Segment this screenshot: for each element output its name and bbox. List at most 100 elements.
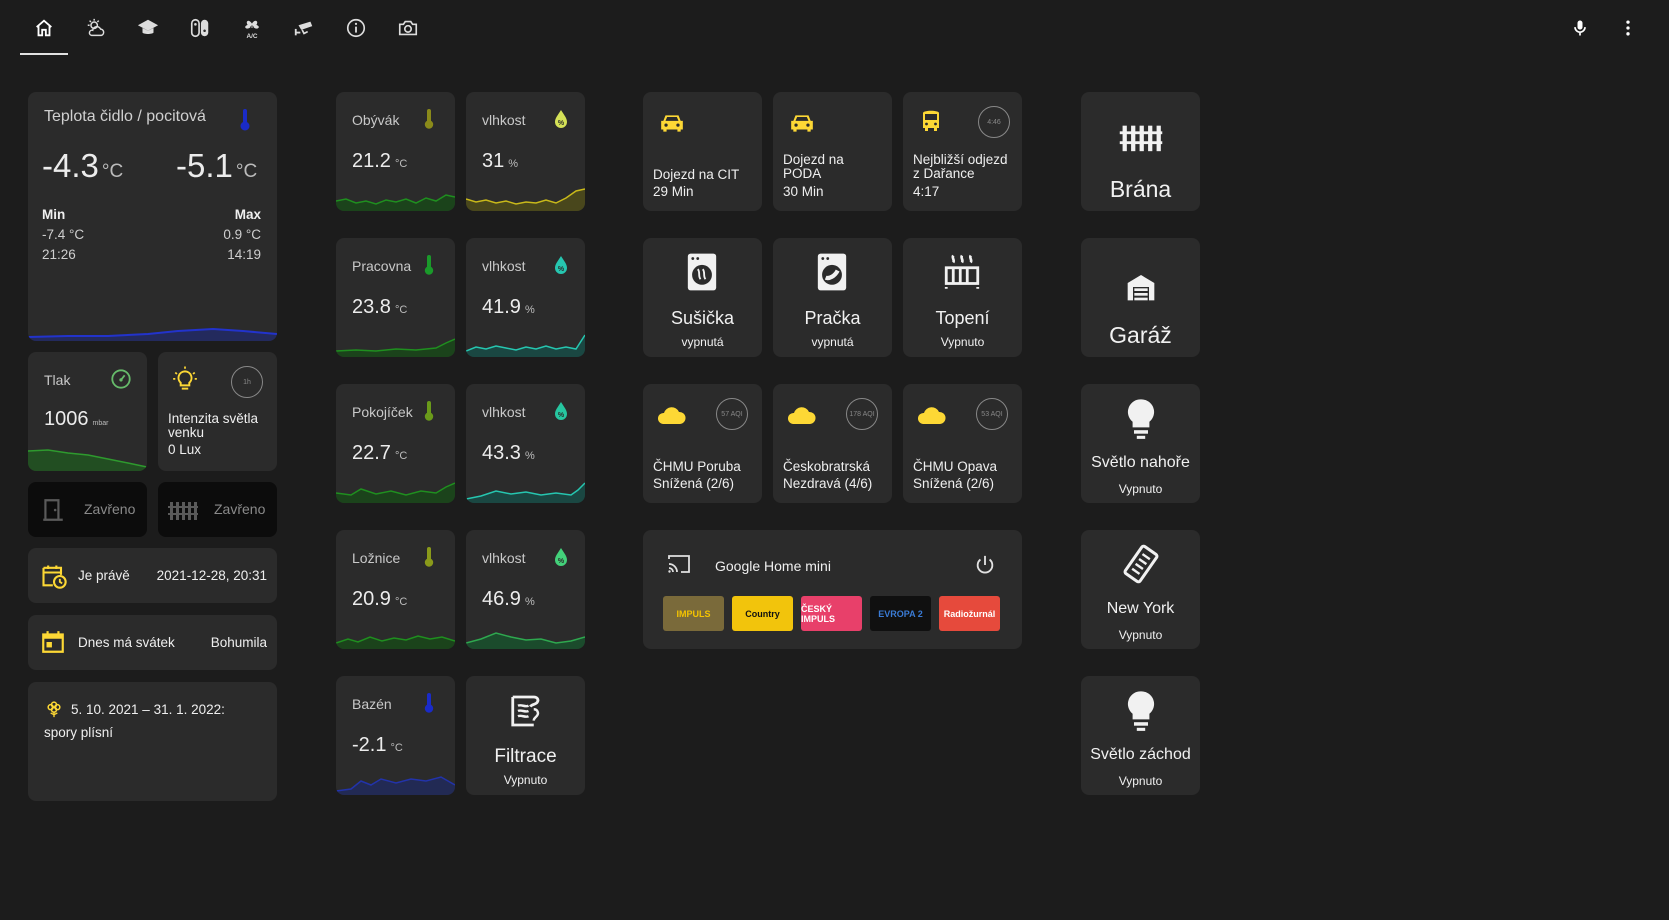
station-button[interactable]: Radiožurnál <box>939 596 1000 631</box>
tab-cctv[interactable] <box>280 12 328 44</box>
pool-temperature-graph <box>336 776 455 795</box>
room-temperature-card-pokojicek[interactable]: Pokojíček 22.7 °C <box>336 384 455 503</box>
thermometer-icon <box>240 109 250 131</box>
air-quality-card-ceskobratrska[interactable]: 178 AQI Českobratrská Nezdravá (4/6) <box>773 384 892 503</box>
media-player-card[interactable]: Google Home mini IMPULS Country ČESKÝ IM… <box>643 530 1022 649</box>
temperature-history-graph <box>28 327 277 341</box>
room-name: Pokojíček <box>352 404 413 420</box>
gate-state: Zavřeno <box>214 501 266 517</box>
aqi-badge: 57 AQI <box>716 398 748 430</box>
pressure-history-graph <box>28 449 147 471</box>
gate-name: Brána <box>1109 176 1172 202</box>
dots-vertical-icon <box>1626 20 1630 36</box>
thermometer-icon <box>424 109 434 129</box>
room-humidity-card-pokojicek[interactable]: vlhkost % 43.3% <box>466 384 585 503</box>
current-time-card: Je právě 2021-12-28, 20:31 <box>28 548 277 603</box>
room-humidity-card-pracovna[interactable]: vlhkost % 41.9% <box>466 238 585 357</box>
gate-button-card[interactable]: Brána <box>1081 92 1200 211</box>
room-name: Ložnice <box>352 550 401 566</box>
min-value: -7.4 °C <box>42 227 85 242</box>
new-york-card[interactable]: New York Vypnuto <box>1081 530 1200 649</box>
bus-departure-card[interactable]: 4:46 Nejbližší odjezd z Dařance 4:17 <box>903 92 1022 211</box>
ticket-icon <box>1123 544 1159 584</box>
light-toilet-state: Vypnuto <box>1118 774 1163 788</box>
pool-name: Bazén <box>352 696 392 712</box>
tab-camera[interactable] <box>384 12 432 44</box>
commute-card-cit[interactable]: Dojezd na CIT 29 Min <box>643 92 762 211</box>
svg-text:%: % <box>558 558 565 565</box>
washing-machine-card[interactable]: Pračka vypnutá <box>773 238 892 357</box>
camera-icon <box>398 20 418 36</box>
voice-button[interactable] <box>1562 12 1598 44</box>
pressure-card[interactable]: Tlak 1006 mbar <box>28 352 147 471</box>
light-intensity-card[interactable]: 1h Intenzita světla venku 0 Lux <box>158 352 277 471</box>
light-upstairs-card[interactable]: Světlo nahoře Vypnuto <box>1081 384 1200 503</box>
tab-air-conditioner[interactable]: A/C <box>228 12 276 44</box>
room-temperature-card-obyvak[interactable]: Obývák 21.2 °C <box>336 92 455 211</box>
humidity-label: vlhkost <box>482 258 526 274</box>
air-quality-label: ČHMU Opava Snížená (2/6) <box>913 459 998 491</box>
commute-card-poda[interactable]: Dojezd na PODA 30 Min <box>773 92 892 211</box>
station-button[interactable]: IMPULS <box>663 596 724 631</box>
svg-text:%: % <box>558 266 565 273</box>
room-temperature: 22.7 °C <box>352 442 408 464</box>
humidity-label: vlhkost <box>482 550 526 566</box>
commute-value: 30 Min <box>783 184 824 199</box>
garage-name: Garáž <box>1109 322 1172 348</box>
heating-state: Vypnuto <box>940 335 985 349</box>
commute-label: Dojezd na PODA <box>783 152 844 181</box>
feels-like-temperature: -5.1 °C <box>176 147 258 184</box>
menu-button[interactable] <box>1610 12 1646 44</box>
radiator-icon <box>944 254 980 289</box>
gauge-icon <box>111 369 131 389</box>
max-time: 14:19 <box>227 247 261 262</box>
room-temperature: 20.9 °C <box>352 588 408 610</box>
lightbulb-icon <box>1127 399 1155 439</box>
humidity-label: vlhkost <box>482 112 526 128</box>
dryer-card[interactable]: Sušička vypnutá <box>643 238 762 357</box>
water-percent-icon: % <box>555 110 567 128</box>
heating-card[interactable]: Topení Vypnuto <box>903 238 1022 357</box>
room-humidity-card-obyvak[interactable]: vlhkost % 31% <box>466 92 585 211</box>
outdoor-temperature-card[interactable]: Teplota čidlo / pocitová -4.3 °C -5.1 °C M… <box>28 92 277 341</box>
air-quality-label: ČHMU Poruba Snížená (2/6) <box>653 459 741 491</box>
tab-school[interactable] <box>124 12 172 44</box>
room-name: Obývák <box>352 112 400 128</box>
filtration-switch-card[interactable]: Filtrace Vypnuto <box>466 676 585 795</box>
door-status-card[interactable]: Zavřeno <box>28 482 147 537</box>
station-button[interactable]: ČESKÝ IMPULS <box>801 596 862 631</box>
current-time-value: 2021-12-28, 20:31 <box>156 568 267 583</box>
station-label: IMPULS <box>676 608 711 619</box>
gate-status-card[interactable]: Zavřeno <box>158 482 277 537</box>
station-button[interactable]: EVROPA 2 <box>870 596 931 631</box>
room-temperature-graph <box>336 482 455 503</box>
new-york-name: New York <box>1106 600 1175 617</box>
tab-weather[interactable] <box>72 12 120 44</box>
air-quality-card-opava[interactable]: 53 AQI ČHMU Opava Snížená (2/6) <box>903 384 1022 503</box>
calendar-clock-icon <box>42 565 67 589</box>
pool-temperature-card[interactable]: Bazén -2.1 °C <box>336 676 455 795</box>
thermometer-icon <box>424 255 434 275</box>
station-button[interactable]: Country <box>732 596 793 631</box>
room-humidity-card-loznice[interactable]: vlhkost % 46.9% <box>466 530 585 649</box>
power-button[interactable] <box>974 554 996 576</box>
room-temperature-card-loznice[interactable]: Ložnice 20.9 °C <box>336 530 455 649</box>
air-quality-card-poruba[interactable]: 57 AQI ČHMU Poruba Snížená (2/6) <box>643 384 762 503</box>
bus-icon <box>923 110 939 131</box>
door-icon <box>43 499 63 521</box>
tab-home[interactable] <box>20 12 68 44</box>
dryer-state: vypnutá <box>681 335 724 349</box>
room-temperature-card-pracovna[interactable]: Pracovna 23.8 °C <box>336 238 455 357</box>
pollen-card: 5. 10. 2021 – 31. 1. 2022: spory plísní <box>28 682 277 801</box>
svg-text:%: % <box>558 412 565 419</box>
water-percent-icon: % <box>555 548 567 566</box>
max-label: Max <box>234 207 261 222</box>
light-label: Intenzita světla venku <box>168 411 259 440</box>
pool-temperature: -2.1 °C <box>352 734 403 756</box>
commute-label: Dojezd na CIT <box>653 167 740 182</box>
tab-nintendo-switch[interactable] <box>176 12 224 44</box>
garage-button-card[interactable]: Garáž <box>1081 238 1200 357</box>
tab-info[interactable] <box>332 12 380 44</box>
station-label: Country <box>745 608 780 619</box>
light-toilet-card[interactable]: Světlo záchod Vypnuto <box>1081 676 1200 795</box>
